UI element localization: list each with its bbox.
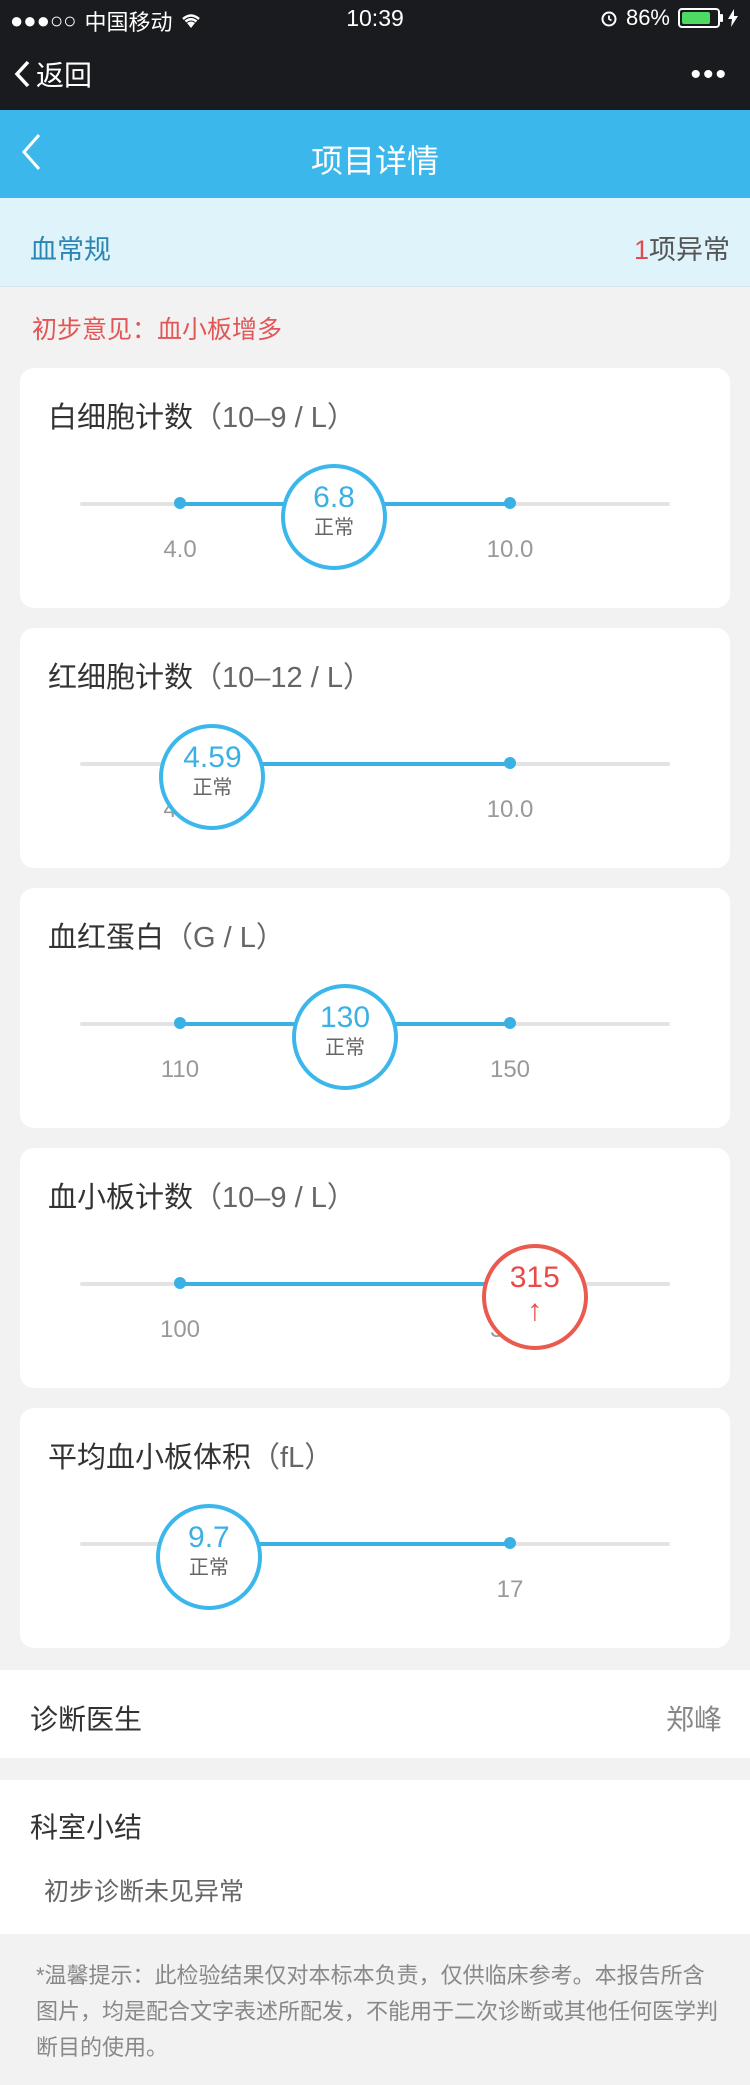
- test-item-card: 平均血小板体积（fL） 9 17 9.7 正常: [20, 1408, 730, 1648]
- test-status: 正常: [192, 777, 233, 799]
- test-item-title: 血小板计数（10–9 / L）: [48, 1174, 356, 1216]
- range-max-label: 10.0: [486, 536, 534, 563]
- range-max-label: 17: [496, 1576, 524, 1603]
- range-min-dot: [174, 1277, 186, 1289]
- department-summary: 科室小结 初步诊断未见异常: [0, 1780, 750, 1934]
- disclaimer-tip: *温馨提示：此检验结果仅对本标本负责，仅供临床参考。本报告所含图片，均是配合文字…: [36, 1963, 719, 2060]
- range-max-dot: [504, 1537, 516, 1549]
- test-item-title: 红细胞计数（10–12 / L）: [48, 654, 372, 696]
- test-item-name: 血红蛋白: [48, 922, 165, 954]
- test-item-card: 血红蛋白（G / L） 110 150 130 正常: [20, 888, 730, 1128]
- range-min-label: 4.0: [163, 536, 197, 563]
- range-max-dot: [504, 1017, 516, 1029]
- abnormal-summary: 1项异常: [634, 228, 730, 267]
- test-item-card: 血小板计数（10–9 / L） 100 300 315 ↑: [20, 1148, 730, 1388]
- abnormal-suffix: 项异常: [649, 235, 730, 265]
- range-min-dot: [174, 497, 186, 509]
- test-item-name: 白细胞计数: [48, 402, 194, 434]
- alarm-icon: [601, 11, 617, 27]
- title-bar: 项目详情: [0, 110, 750, 198]
- value-bubble: 6.8 正常: [281, 464, 387, 570]
- test-value: 130: [319, 1001, 371, 1034]
- test-item-card: 白细胞计数（10–9 / L） 4.0 10.0 6.8 正常: [20, 368, 730, 608]
- battery-percent: 86%: [625, 5, 670, 30]
- preliminary-opinion: 初步意见：血小板增多: [32, 316, 283, 344]
- range-max-label: 10.0: [486, 796, 534, 823]
- range-min-label: 100: [159, 1316, 201, 1343]
- abnormal-count: 1: [633, 235, 649, 265]
- doctor-name: 郑峰: [665, 1704, 722, 1735]
- test-item-name: 血小板计数: [48, 1182, 194, 1214]
- test-item-unit: （G / L）: [164, 922, 285, 954]
- test-value: 6.8: [313, 481, 355, 514]
- page-title: 项目详情: [310, 143, 439, 179]
- status-bar: ●●●○○ 中国移动 10:39 86%: [0, 0, 750, 36]
- range-max-dot: [504, 497, 516, 509]
- section-header: 血常规 1项异常: [0, 198, 750, 287]
- test-item-unit: （fL）: [251, 1442, 334, 1474]
- value-bubble: 130 正常: [292, 984, 398, 1090]
- nav-back-button[interactable]: 返回: [14, 54, 92, 94]
- doctor-row: 诊断医生 郑峰: [0, 1670, 750, 1758]
- nav-back-label: 返回: [36, 60, 93, 91]
- value-bubble: 9.7 正常: [155, 1504, 262, 1610]
- battery-icon: [678, 8, 723, 28]
- test-status: ↑: [527, 1294, 543, 1327]
- test-status: 正常: [314, 517, 354, 539]
- test-value: 315: [509, 1261, 560, 1294]
- range-min-dot: [174, 1017, 186, 1029]
- value-bubble: 4.59 正常: [159, 724, 266, 830]
- test-item-title: 白细胞计数（10–9 / L）: [48, 394, 356, 436]
- battery-fill: [682, 12, 710, 24]
- status-right: 86%: [600, 5, 738, 31]
- summary-text: 初步诊断未见异常: [44, 1878, 245, 1906]
- range-max-dot: [504, 757, 516, 769]
- test-status: 正常: [325, 1037, 365, 1059]
- test-item-name: 平均血小板体积: [48, 1442, 252, 1474]
- test-value: 9.7: [188, 1521, 230, 1554]
- test-item-card: 红细胞计数（10–12 / L） 4.0 10.0 4.59 正常: [20, 628, 730, 868]
- nav-bar: 返回 •••: [0, 36, 750, 110]
- test-item-name: 红细胞计数: [48, 662, 194, 694]
- test-item-title: 血红蛋白（G / L）: [48, 914, 285, 956]
- range-max-label: 150: [489, 1056, 531, 1083]
- chevron-left-icon: [14, 60, 30, 88]
- summary-label: 科室小结: [30, 1812, 143, 1843]
- range-min-label: 110: [160, 1056, 200, 1083]
- test-item-unit: （10–12 / L）: [193, 662, 372, 694]
- more-button[interactable]: •••: [690, 58, 728, 92]
- charging-icon: [728, 9, 738, 27]
- test-value: 4.59: [183, 741, 242, 774]
- value-bubble: 315 ↑: [481, 1244, 588, 1350]
- test-item-unit: （10–9 / L）: [193, 402, 356, 434]
- test-item-title: 平均血小板体积（fL）: [48, 1434, 333, 1476]
- test-item-unit: （10–9 / L）: [193, 1182, 356, 1214]
- section-name: 血常规: [30, 235, 111, 265]
- test-status: 正常: [188, 1557, 229, 1579]
- normal-range-bar: [180, 1282, 510, 1286]
- doctor-label: 诊断医生: [30, 1704, 143, 1735]
